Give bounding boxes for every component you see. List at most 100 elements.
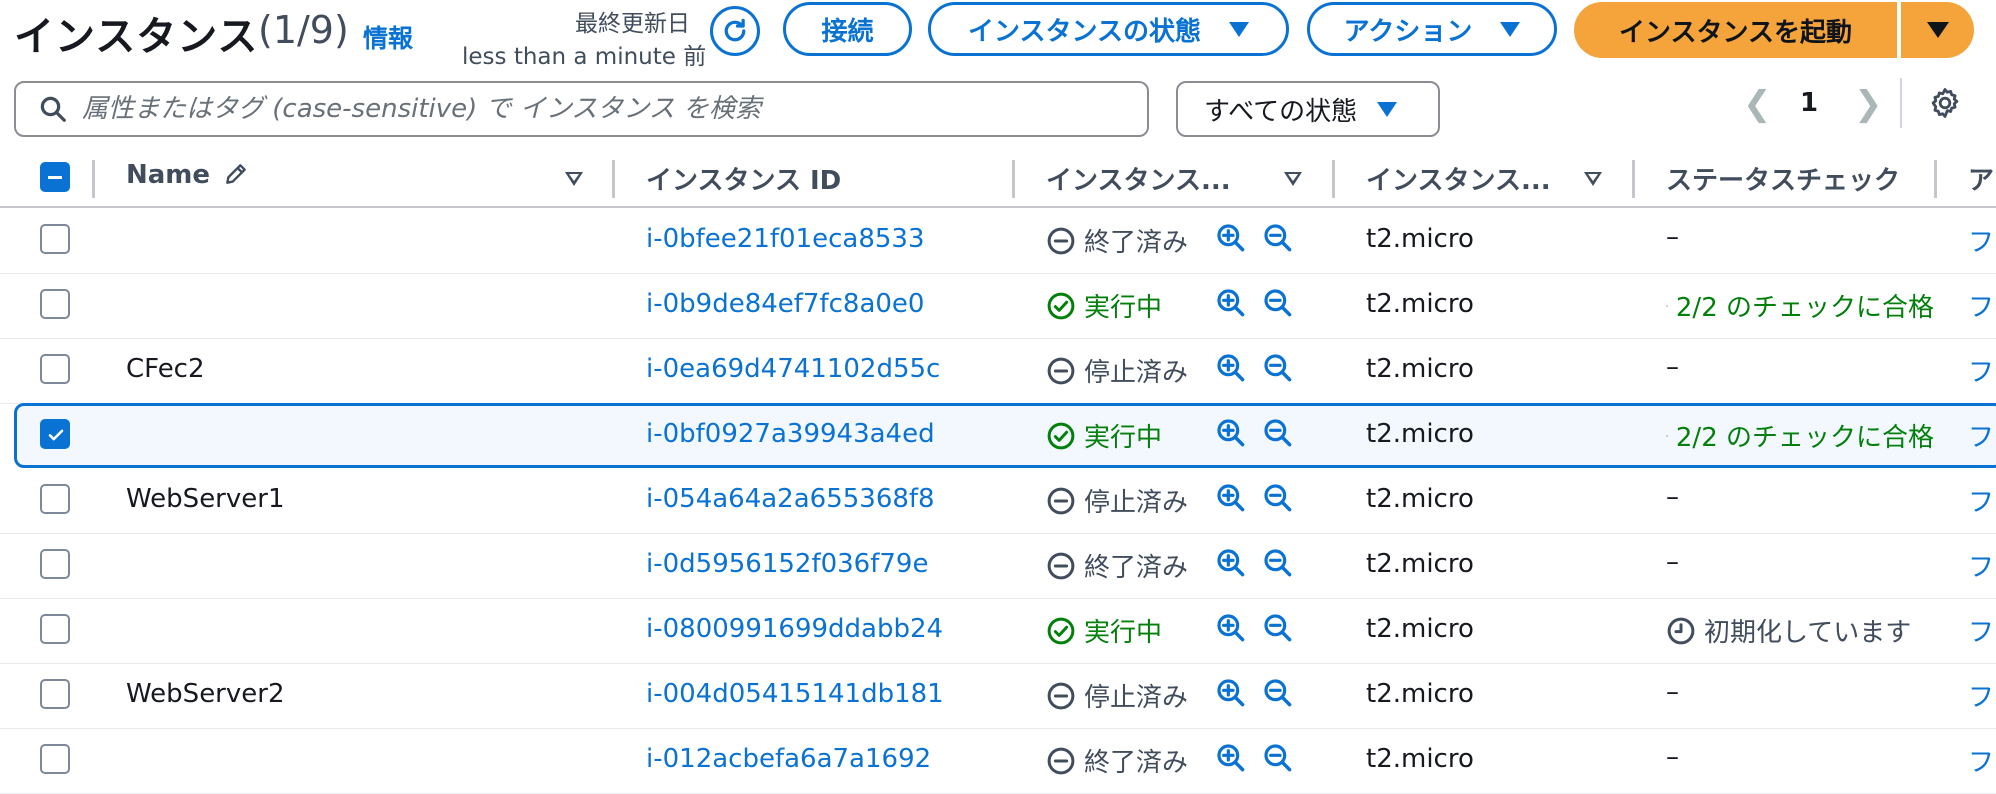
connect-button[interactable]: 接続 bbox=[783, 2, 912, 56]
zoom-out-icon[interactable] bbox=[1262, 222, 1294, 254]
row-checkbox[interactable] bbox=[40, 354, 70, 384]
previous-page-icon[interactable]: ❮ bbox=[1743, 84, 1772, 124]
sort-instance-type-icon[interactable] bbox=[1584, 172, 1602, 186]
table-row[interactable]: i-0800991699ddabb24 実行中 t2.micro 初期化しています フ bbox=[0, 598, 1996, 664]
caret-down-icon bbox=[1500, 21, 1521, 37]
table-row[interactable]: i-0bf0927a39943a4ed 実行中 t2.micro 2/2 のチェックに… bbox=[14, 403, 1996, 468]
zoom-in-icon[interactable] bbox=[1215, 352, 1247, 384]
refresh-button[interactable] bbox=[710, 6, 760, 56]
instance-id-link[interactable]: i-0bf0927a39943a4ed bbox=[646, 419, 935, 449]
table-row[interactable]: i-012acbefa6a7a1692 終了済み t2.micro – フ bbox=[0, 728, 1996, 794]
search-input[interactable] bbox=[80, 93, 1124, 125]
row-checkbox[interactable] bbox=[40, 224, 70, 254]
row-checkbox[interactable] bbox=[40, 679, 70, 709]
row-checkbox[interactable] bbox=[40, 484, 70, 514]
sort-instance-state-icon[interactable] bbox=[1284, 172, 1302, 186]
status-check: – bbox=[1666, 547, 1934, 577]
zoom-out-icon[interactable] bbox=[1262, 482, 1294, 514]
launch-instances-dropdown[interactable] bbox=[1901, 2, 1974, 58]
status-check-text: – bbox=[1666, 677, 1679, 707]
zoom-in-icon[interactable] bbox=[1215, 547, 1247, 579]
toolbar-divider bbox=[1900, 78, 1902, 128]
row-checkbox[interactable] bbox=[40, 419, 70, 449]
zoom-out-icon[interactable] bbox=[1262, 287, 1294, 319]
zoom-out-icon[interactable] bbox=[1262, 742, 1294, 774]
actions-dropdown[interactable]: アクション bbox=[1307, 2, 1557, 56]
row-checkbox[interactable] bbox=[40, 614, 70, 644]
pending-icon bbox=[1667, 617, 1695, 644]
select-all-checkbox[interactable] bbox=[40, 162, 70, 192]
next-column-cut: フ bbox=[1968, 228, 1995, 258]
table-row[interactable]: CFec2 i-0ea69d4741102d55c 停止済み t2.micro – フ bbox=[0, 338, 1996, 404]
row-checkbox[interactable] bbox=[40, 549, 70, 579]
check-passed-icon bbox=[1666, 304, 1668, 307]
status-check-text: – bbox=[1666, 547, 1679, 577]
instance-id-link[interactable]: i-0800991699ddabb24 bbox=[646, 614, 943, 644]
zoom-in-icon[interactable] bbox=[1215, 482, 1247, 514]
instance-id-link[interactable]: i-054a64a2a655368f8 bbox=[646, 484, 935, 514]
table-row[interactable]: WebServer1 i-054a64a2a655368f8 停止済み t2.micr… bbox=[0, 468, 1996, 534]
instance-id-link[interactable]: i-0d5956152f036f79e bbox=[646, 549, 928, 579]
next-page-icon[interactable]: ❯ bbox=[1854, 84, 1883, 124]
table-row[interactable]: WebServer2 i-004d05415141db181 停止済み t2.micr… bbox=[0, 663, 1996, 729]
instance-state: 実行中 bbox=[1046, 417, 1162, 454]
next-column-cut: フ bbox=[1968, 358, 1995, 388]
instance-state-text: 停止済み bbox=[1084, 358, 1189, 388]
zoom-in-icon[interactable] bbox=[1215, 742, 1247, 774]
launch-instances-button[interactable]: インスタンスを起動 bbox=[1574, 2, 1897, 58]
column-header-instance-state[interactable]: インスタンス... bbox=[1046, 160, 1231, 197]
zoom-in-icon[interactable] bbox=[1215, 222, 1247, 254]
zoom-out-icon[interactable] bbox=[1262, 547, 1294, 579]
status-check-text: 初期化しています bbox=[1704, 618, 1912, 648]
next-column-cut: フ bbox=[1968, 293, 1995, 323]
instance-id-link[interactable]: i-004d05415141db181 bbox=[646, 679, 944, 709]
zoom-in-icon[interactable] bbox=[1215, 287, 1247, 319]
zoom-in-icon[interactable] bbox=[1215, 417, 1247, 449]
column-header-instance-type[interactable]: インスタンス... bbox=[1366, 160, 1551, 197]
row-checkbox[interactable] bbox=[40, 744, 70, 774]
zoom-out-icon[interactable] bbox=[1262, 677, 1294, 709]
column-header-name[interactable]: Name bbox=[126, 160, 249, 190]
table-row[interactable]: i-0d5956152f036f79e 終了済み t2.micro – フ bbox=[0, 533, 1996, 599]
next-column-cut: フ bbox=[1968, 618, 1995, 648]
running-icon bbox=[1047, 292, 1075, 319]
zoom-out-icon[interactable] bbox=[1262, 417, 1294, 449]
row-checkbox[interactable] bbox=[40, 289, 70, 319]
instance-state: 停止済み bbox=[1046, 677, 1188, 714]
column-header-next-cut: ア bbox=[1968, 166, 1995, 196]
gear-icon[interactable] bbox=[1928, 86, 1962, 124]
instance-id-link[interactable]: i-0bfee21f01eca8533 bbox=[646, 224, 925, 254]
zoom-out-icon[interactable] bbox=[1262, 352, 1294, 384]
instance-state-dropdown[interactable]: インスタンスの状態 bbox=[928, 2, 1289, 56]
zoom-in-icon[interactable] bbox=[1215, 677, 1247, 709]
sort-name-icon[interactable] bbox=[565, 172, 583, 186]
actions-dropdown-label: アクション bbox=[1343, 16, 1473, 47]
status-check: 2/2 のチェックに合格 bbox=[1666, 417, 1934, 454]
status-check: – bbox=[1666, 482, 1934, 512]
connect-button-label: 接続 bbox=[821, 16, 874, 47]
instance-count: (1/9) bbox=[258, 8, 349, 52]
state-filter-select[interactable]: すべての状態 bbox=[1176, 81, 1440, 137]
stopped-icon bbox=[1047, 682, 1075, 709]
instance-state-text: 停止済み bbox=[1084, 488, 1189, 518]
instance-id-link[interactable]: i-0b9de84ef7fc8a0e0 bbox=[646, 289, 924, 319]
instance-type: t2.micro bbox=[1366, 484, 1474, 514]
column-header-instance-id[interactable]: インスタンス ID bbox=[646, 160, 841, 197]
search-box[interactable] bbox=[14, 81, 1149, 137]
status-check: – bbox=[1666, 677, 1934, 707]
instance-name: CFec2 bbox=[126, 354, 205, 384]
next-column-cut: フ bbox=[1968, 748, 1995, 778]
caret-down-icon bbox=[1377, 101, 1398, 117]
instance-id-link[interactable]: i-012acbefa6a7a1692 bbox=[646, 744, 931, 774]
launch-instances-label: インスタンスを起動 bbox=[1619, 17, 1852, 48]
instance-id-link[interactable]: i-0ea69d4741102d55c bbox=[646, 354, 940, 384]
current-page-number[interactable]: 1 bbox=[1800, 88, 1818, 118]
table-row[interactable]: i-0bfee21f01eca8533 終了済み t2.micro – フ bbox=[0, 208, 1996, 274]
table-row[interactable]: i-0b9de84ef7fc8a0e0 実行中 t2.micro 2/2 のチェックに… bbox=[0, 273, 1996, 339]
instance-type: t2.micro bbox=[1366, 224, 1474, 254]
zoom-out-icon[interactable] bbox=[1262, 612, 1294, 644]
column-header-status-check[interactable]: ステータスチェック bbox=[1666, 160, 1934, 197]
status-check: 初期化しています bbox=[1666, 612, 1934, 649]
info-link[interactable]: 情報 bbox=[363, 19, 413, 55]
zoom-in-icon[interactable] bbox=[1215, 612, 1247, 644]
